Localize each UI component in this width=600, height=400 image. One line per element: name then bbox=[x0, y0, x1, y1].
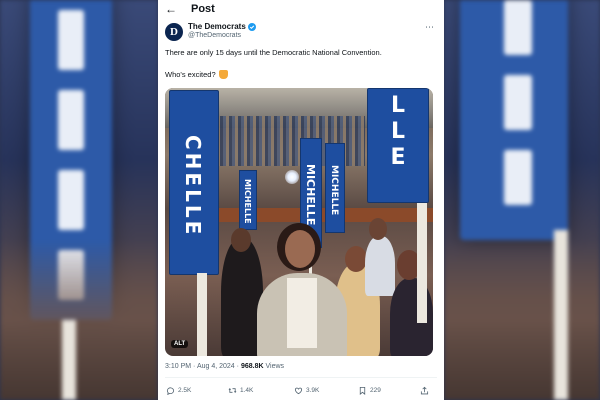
tweet-text-line-2: Who's excited? bbox=[165, 70, 228, 79]
repost-icon bbox=[228, 388, 237, 393]
views-count: 968.8K bbox=[240, 363, 264, 370]
share-icon bbox=[420, 386, 429, 395]
sign-letter: L bbox=[390, 93, 406, 118]
more-icon[interactable]: ⋯ bbox=[425, 22, 434, 33]
background-blur-right bbox=[444, 0, 600, 400]
sign-michelle-right: MICHELLE bbox=[325, 143, 345, 233]
like-count: 3.9K bbox=[306, 387, 320, 394]
bookmark-button[interactable]: 229 bbox=[358, 386, 381, 395]
raised-hands-icon bbox=[218, 70, 228, 79]
reply-count: 2.5K bbox=[178, 387, 192, 394]
handle[interactable]: @TheDemocrats bbox=[188, 32, 241, 39]
action-bar: 2.5K 1.4K 3.9K 229 bbox=[166, 386, 436, 398]
reply-icon bbox=[166, 387, 175, 395]
tweet-photo[interactable]: MICHELLE MICHELLE MICHELLE CHELLE LLE AL… bbox=[165, 88, 433, 356]
background-sign-right bbox=[460, 0, 568, 240]
back-arrow-icon[interactable]: ← bbox=[165, 3, 177, 15]
bookmark-icon bbox=[359, 386, 366, 395]
sign-chelle-left: CHELLE bbox=[169, 90, 219, 275]
verified-badge-icon bbox=[247, 22, 256, 31]
sign-small-left: MICHELLE bbox=[239, 170, 257, 230]
author-name-row: The Democrats bbox=[188, 22, 256, 31]
reply-button[interactable]: 2.5K bbox=[166, 386, 191, 395]
sign-letter: L bbox=[390, 119, 406, 144]
bookmark-count: 229 bbox=[370, 387, 381, 394]
spotlight bbox=[285, 170, 299, 184]
top-bar: ← Post bbox=[158, 0, 444, 20]
like-button[interactable]: 3.9K bbox=[294, 386, 319, 395]
like-icon bbox=[294, 387, 303, 395]
tweet-text-question: Who's excited? bbox=[165, 70, 216, 79]
alt-text-badge[interactable]: ALT bbox=[171, 340, 189, 348]
sign-lle-right: LLE bbox=[367, 88, 429, 203]
share-button[interactable] bbox=[420, 386, 429, 395]
tweet-text-line-1: There are only 15 days until the Democra… bbox=[165, 48, 382, 57]
background-blur-left bbox=[0, 0, 158, 400]
meta-separator: · bbox=[193, 363, 196, 370]
sign-letter: E bbox=[390, 145, 406, 170]
divider bbox=[165, 377, 437, 378]
avatar[interactable]: D bbox=[165, 23, 183, 41]
page-title: Post bbox=[191, 3, 215, 15]
person-right-white bbox=[365, 236, 395, 296]
post-date[interactable]: Aug 4, 2024 bbox=[197, 363, 235, 370]
tweet-card: ← Post D The Democrats @TheDemocrats ⋯ T… bbox=[158, 0, 444, 400]
repost-button[interactable]: 1.4K bbox=[228, 386, 253, 395]
post-time[interactable]: 3:10 PM bbox=[165, 363, 191, 370]
post-meta: 3:10 PM · Aug 4, 2024 · 968.8K Views bbox=[165, 363, 284, 370]
meta-separator-2: · bbox=[236, 363, 239, 370]
repost-count: 1.4K bbox=[240, 387, 254, 394]
views-label: Views bbox=[265, 363, 285, 370]
display-name[interactable]: The Democrats bbox=[188, 22, 246, 31]
avatar-logo: D bbox=[170, 26, 178, 38]
